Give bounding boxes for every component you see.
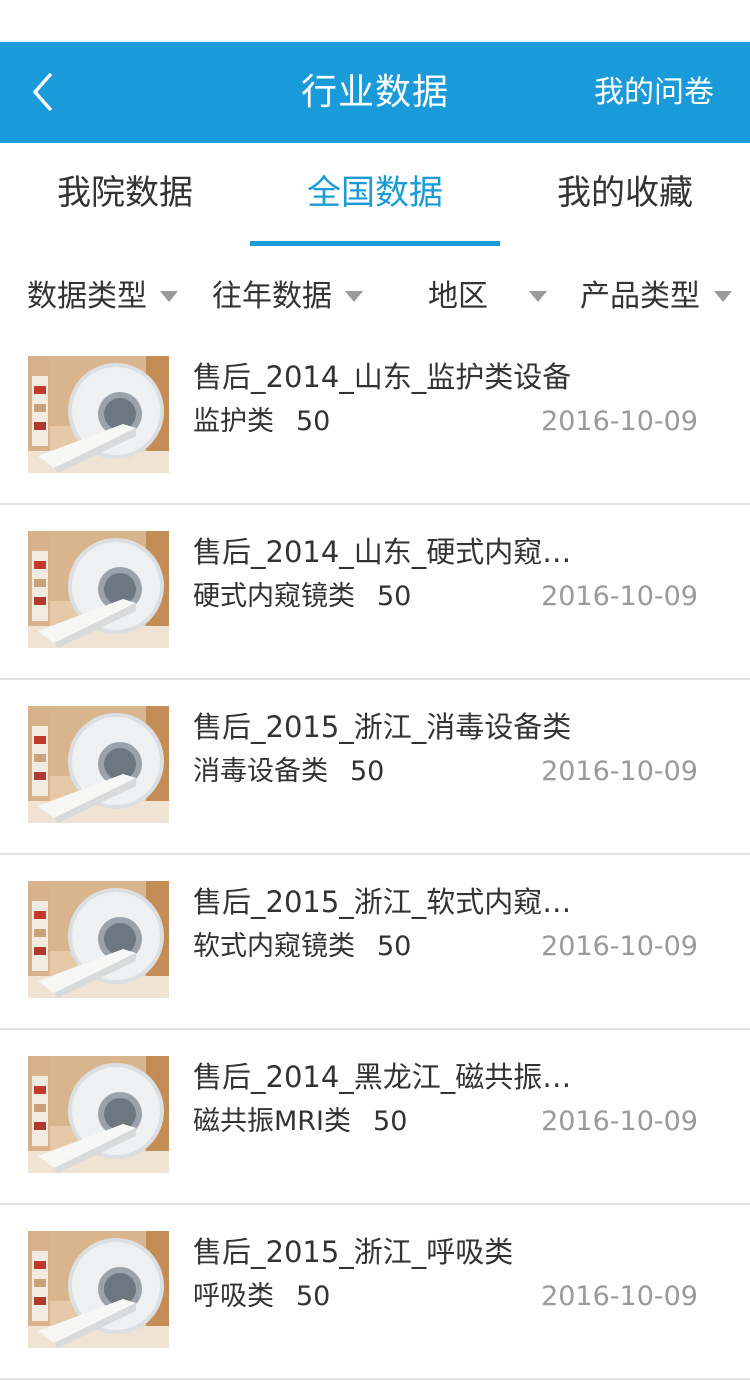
data-list: 售后_2014_山东_监护类设备 监护类 50 2016-10-09 售后_201…	[0, 330, 750, 1380]
item-title: 售后_2014_山东_监护类设备	[193, 360, 572, 394]
item-count: 50	[296, 1281, 331, 1312]
item-count: 50	[350, 756, 385, 787]
item-meta: 硬式内窥镜类 50	[193, 577, 411, 617]
nav-bar: 行业数据 我的问卷	[0, 42, 750, 143]
item-date: 2016-10-09	[541, 931, 698, 962]
item-thumbnail	[28, 1231, 169, 1348]
mri-scanner-image	[28, 356, 169, 473]
filter-label: 地区	[428, 279, 488, 314]
item-category: 监护类	[193, 406, 274, 437]
item-title: 售后_2014_山东_硬式内窥…	[193, 535, 572, 569]
list-item[interactable]: 售后_2015_浙江_软式内窥… 软式内窥镜类 50 2016-10-09	[0, 855, 750, 1030]
item-title: 售后_2015_浙江_消毒设备类	[193, 710, 572, 744]
active-tab-indicator	[250, 241, 500, 246]
item-thumbnail	[28, 1056, 169, 1173]
filter-label: 数据类型	[27, 279, 147, 314]
item-category: 磁共振MRI类	[193, 1106, 352, 1137]
item-date: 2016-10-09	[541, 406, 698, 437]
item-category: 软式内窥镜类	[193, 931, 355, 962]
item-count: 50	[296, 406, 331, 437]
mri-scanner-image	[28, 1231, 169, 1348]
list-item[interactable]: 售后_2014_山东_监护类设备 监护类 50 2016-10-09	[0, 330, 750, 505]
item-meta: 软式内窥镜类 50	[193, 927, 411, 967]
mri-scanner-image	[28, 881, 169, 998]
item-meta: 呼吸类 50	[193, 1277, 330, 1317]
filter-data-type[interactable]: 数据类型	[27, 260, 147, 334]
mri-scanner-image	[28, 1056, 169, 1173]
item-meta: 监护类 50	[193, 402, 330, 442]
item-count: 50	[373, 1106, 408, 1137]
filter-product-type[interactable]: 产品类型	[580, 260, 700, 334]
filter-past-years[interactable]: 往年数据	[212, 260, 332, 334]
mri-scanner-image	[28, 531, 169, 648]
item-category: 消毒设备类	[193, 756, 328, 787]
triangle-down-icon	[714, 291, 732, 302]
mri-scanner-image	[28, 706, 169, 823]
item-thumbnail	[28, 356, 169, 473]
item-date: 2016-10-09	[541, 1106, 698, 1137]
item-count: 50	[377, 931, 412, 962]
tab-hospital-data[interactable]: 我院数据	[0, 143, 250, 247]
item-thumbnail	[28, 531, 169, 648]
filter-bar: 数据类型 往年数据 地区 产品类型	[0, 260, 750, 334]
item-thumbnail	[28, 706, 169, 823]
triangle-down-icon	[160, 291, 178, 302]
list-item[interactable]: 售后_2015_浙江_呼吸类 呼吸类 50 2016-10-09	[0, 1205, 750, 1380]
item-count: 50	[377, 581, 412, 612]
tab-my-favorites[interactable]: 我的收藏	[500, 143, 750, 247]
item-title: 售后_2015_浙江_软式内窥…	[193, 885, 572, 919]
tab-bar: 我院数据 全国数据 我的收藏	[0, 143, 750, 247]
triangle-down-icon	[345, 291, 363, 302]
filter-region[interactable]: 地区	[428, 260, 488, 334]
my-survey-button[interactable]: 我的问卷	[594, 42, 714, 143]
tab-national-data[interactable]: 全国数据	[250, 143, 500, 247]
list-item[interactable]: 售后_2014_黑龙江_磁共振… 磁共振MRI类 50 2016-10-09	[0, 1030, 750, 1205]
list-item[interactable]: 售后_2015_浙江_消毒设备类 消毒设备类 50 2016-10-09	[0, 680, 750, 855]
item-thumbnail	[28, 881, 169, 998]
item-meta: 消毒设备类 50	[193, 752, 384, 792]
item-category: 呼吸类	[193, 1281, 274, 1312]
item-meta: 磁共振MRI类 50	[193, 1102, 407, 1142]
triangle-down-icon	[529, 291, 547, 302]
filter-label: 往年数据	[212, 279, 332, 314]
item-title: 售后_2015_浙江_呼吸类	[193, 1235, 514, 1269]
filter-label: 产品类型	[580, 279, 700, 314]
item-title: 售后_2014_黑龙江_磁共振…	[193, 1060, 572, 1094]
item-date: 2016-10-09	[541, 756, 698, 787]
item-date: 2016-10-09	[541, 581, 698, 612]
status-bar	[0, 0, 750, 42]
item-category: 硬式内窥镜类	[193, 581, 355, 612]
list-item[interactable]: 售后_2014_山东_硬式内窥… 硬式内窥镜类 50 2016-10-09	[0, 505, 750, 680]
item-date: 2016-10-09	[541, 1281, 698, 1312]
